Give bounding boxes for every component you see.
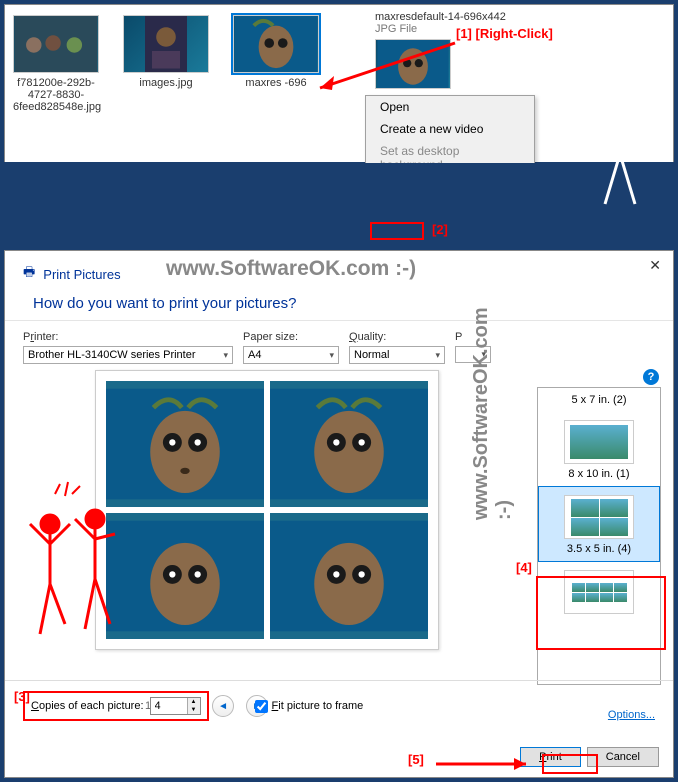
file-details-pane: maxresdefault-14-696x442 JPG File <box>375 11 506 93</box>
detail-filename: maxresdefault-14-696x442 <box>375 11 506 23</box>
preview-cell <box>270 513 428 639</box>
cancel-button[interactable]: Cancel <box>587 747 659 767</box>
copies-spinner[interactable]: ▲▼ <box>150 697 201 715</box>
file-name: f781200e-292b-4727-8830-6feed828548e.jpg <box>13 77 99 113</box>
thumbnail <box>123 15 209 73</box>
quality-value: Normal <box>354 349 389 361</box>
options-link[interactable]: Options... <box>608 709 655 721</box>
context-menu: Open Create a new video Set as desktop b… <box>365 95 535 164</box>
print-button[interactable]: Print <box>520 747 581 767</box>
file-item[interactable]: images.jpg <box>123 15 209 113</box>
fit-frame-label: Fit picture to frame <box>272 700 364 712</box>
print-pictures-dialog: ✕ 🖶 Print Pictures How do you want to pr… <box>4 250 674 778</box>
detail-thumbnail <box>375 39 451 89</box>
copies-label: Copies of each picture: <box>31 700 144 712</box>
file-item-selected[interactable]: maxres -696 <box>233 15 319 113</box>
layout-8x10[interactable]: 8 x 10 in. (1) <box>538 412 660 486</box>
ctx-set-background[interactable]: Set as desktop background <box>366 140 534 164</box>
layout-panel[interactable]: 5 x 7 in. (2) 8 x 10 in. (1) 3.5 x 5 in.… <box>537 387 661 685</box>
file-name: images.jpg <box>123 77 209 89</box>
layout-5x7[interactable]: 5 x 7 in. (2) <box>538 388 660 412</box>
dialog-title: Print Pictures <box>43 267 120 282</box>
layout-wallet[interactable] <box>538 562 660 624</box>
quality-select[interactable]: Normal ▾ <box>349 346 445 364</box>
print-preview <box>95 370 439 650</box>
printer-value: Brother HL-3140CW series Printer <box>28 349 196 361</box>
fit-frame-checkbox[interactable] <box>255 700 268 713</box>
detail-filetype: JPG File <box>375 23 506 35</box>
printer-select[interactable]: Brother HL-3140CW series Printer ▾ <box>23 346 233 364</box>
thumbnail <box>233 15 319 73</box>
printer-icon: 🖶 <box>23 263 35 285</box>
preview-cell <box>106 381 264 507</box>
close-button[interactable]: ✕ <box>649 257 661 274</box>
papersize-label: Paper size: <box>243 331 339 343</box>
annotation-2: [2] <box>432 222 448 237</box>
ctx-open[interactable]: Open <box>366 96 534 118</box>
preview-cell <box>106 513 264 639</box>
chevron-down-icon: ▾ <box>481 349 486 360</box>
thumbnail <box>13 15 99 73</box>
spin-up[interactable]: ▲ <box>188 698 200 706</box>
chevron-down-icon: ▾ <box>329 350 334 361</box>
dialog-heading: How do you want to print your pictures? <box>33 295 655 312</box>
explorer-window: f781200e-292b-4727-8830-6feed828548e.jpg… <box>4 4 674 164</box>
p-select[interactable]: ▾ <box>455 346 491 363</box>
file-item[interactable]: f781200e-292b-4727-8830-6feed828548e.jpg <box>13 15 99 113</box>
file-name: maxres -696 <box>233 77 319 89</box>
chevron-down-icon: ▾ <box>223 350 228 361</box>
chevron-down-icon: ▾ <box>435 350 440 361</box>
layout-3.5x5[interactable]: 3.5 x 5 in. (4) <box>538 486 660 562</box>
layout-label: 5 x 7 in. (2) <box>542 394 656 406</box>
help-icon[interactable]: ? <box>643 369 659 385</box>
spin-down[interactable]: ▼ <box>188 706 200 714</box>
p-label: P <box>455 331 491 343</box>
ctx-create-video[interactable]: Create a new video <box>366 118 534 140</box>
quality-label: Quality: <box>349 331 445 343</box>
preview-cell <box>270 381 428 507</box>
layout-label: 3.5 x 5 in. (4) <box>543 543 655 555</box>
papersize-value: A4 <box>248 349 261 361</box>
layout-label: 8 x 10 in. (1) <box>542 468 656 480</box>
copies-input[interactable] <box>151 698 187 714</box>
annotation-box-2 <box>370 222 424 240</box>
papersize-select[interactable]: A4 ▾ <box>243 346 339 364</box>
printer-label: Printer: <box>23 331 233 343</box>
